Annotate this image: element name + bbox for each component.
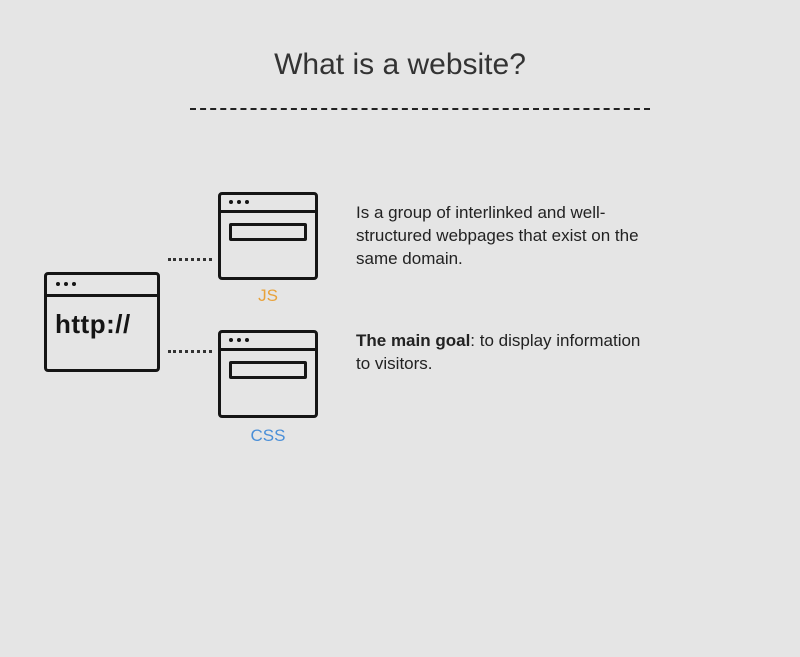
css-label: CSS: [218, 426, 318, 446]
browser-window-main-icon: http://: [44, 272, 160, 372]
js-label: JS: [218, 286, 318, 306]
connector-top: [168, 258, 212, 261]
connector-bottom: [168, 350, 212, 353]
http-text: http://: [55, 309, 131, 340]
browser-window-css-icon: [218, 330, 318, 418]
description-paragraph-2: The main goal: to display information to…: [356, 330, 646, 376]
description-paragraph-1: Is a group of interlinked and well-struc…: [356, 202, 646, 271]
page-title: What is a website?: [0, 48, 800, 82]
browser-window-js-icon: [218, 192, 318, 280]
main-goal-bold: The main goal: [356, 331, 470, 350]
divider: [190, 108, 650, 110]
